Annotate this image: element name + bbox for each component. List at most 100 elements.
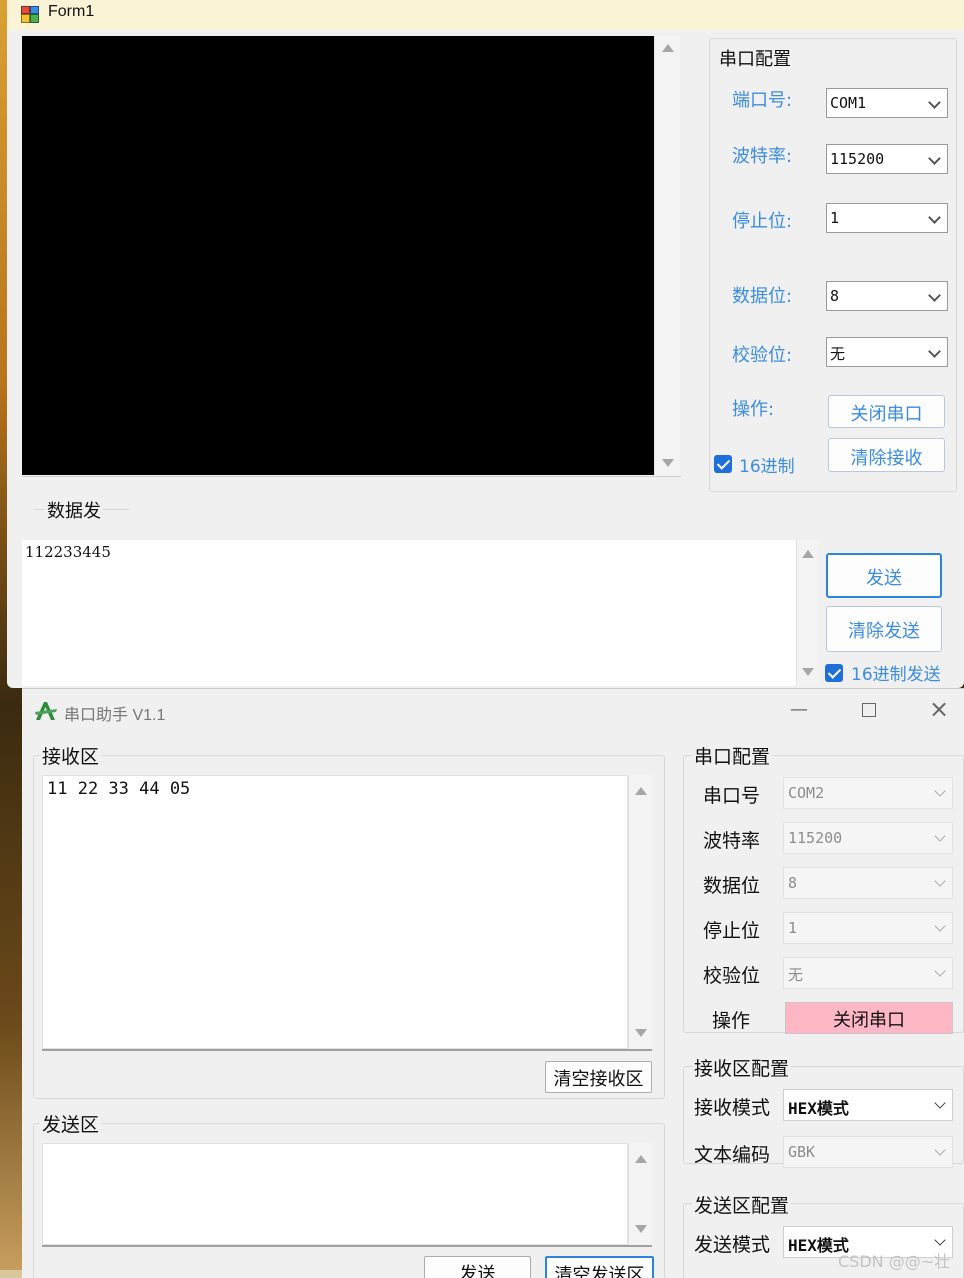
receive-mode-combo[interactable]: HEX模式	[783, 1089, 953, 1121]
baud-value: 115200	[830, 150, 885, 168]
hex-send-checkbox-label: 16进制发送	[851, 665, 941, 685]
clear-receive-area-button[interactable]: 清空接收区	[545, 1061, 652, 1093]
form1-send-group-title: 数据发	[45, 497, 103, 523]
send-config-group-title: 发送区配置	[692, 1191, 792, 1218]
chevron-down-icon	[928, 152, 941, 165]
app-logo-icon	[35, 702, 57, 720]
receive-mode-label: 接收模式	[694, 1097, 771, 1119]
data-bits-combo[interactable]: 8	[826, 281, 948, 311]
divider	[22, 476, 681, 477]
stop-bits-label: 停止位:	[732, 211, 793, 232]
stop-bits-label-2: 停止位	[703, 920, 761, 942]
hex-send-checkbox[interactable]	[825, 664, 843, 682]
clear-receive-button[interactable]: 清除接收	[828, 438, 945, 472]
text-encoding-label: 文本编码	[694, 1144, 771, 1166]
stop-bits-value: 1	[830, 209, 840, 227]
stop-bits-combo[interactable]: 1	[826, 203, 948, 233]
divider	[42, 1049, 652, 1051]
operation-label: 操作:	[732, 399, 775, 420]
watermark-text: CSDN @@~壮	[838, 1252, 951, 1271]
receive-config-group-title: 接收区配置	[692, 1054, 792, 1081]
port-label: 端口号:	[732, 90, 793, 111]
scroll-down-icon[interactable]	[662, 459, 674, 467]
chevron-down-icon	[934, 1144, 946, 1156]
text-encoding-combo[interactable]: GBK	[783, 1136, 953, 1168]
form1-receive-scrollbar[interactable]	[654, 36, 680, 475]
text-encoding-value: GBK	[788, 1143, 816, 1161]
assistant-titlebar[interactable]: 串口助手 V1.1 — ×	[22, 689, 964, 735]
baud-label-2: 波特率	[703, 830, 761, 852]
send-button-2[interactable]: 发送	[424, 1256, 531, 1278]
hex-checkbox-label: 16进制	[739, 457, 795, 477]
baud-combo-2[interactable]: 115200	[783, 822, 953, 854]
serial-assistant-window: 串口助手 V1.1 — × 接收区 11 22 33 44 05 清空接收区 发…	[22, 688, 964, 1278]
chevron-down-icon	[934, 1097, 946, 1109]
chevron-down-icon	[934, 965, 946, 977]
parity-combo-2[interactable]: 无	[783, 957, 953, 989]
receive-textbox[interactable]	[42, 775, 628, 1049]
port-value: COM1	[830, 94, 867, 112]
receive-mode-value: HEX模式	[788, 1099, 849, 1118]
clear-send-area-button[interactable]: 清空发送区	[545, 1256, 654, 1278]
data-bits-combo-2[interactable]: 8	[783, 867, 953, 899]
stop-bits-combo-2[interactable]: 1	[783, 912, 953, 944]
scroll-up-icon[interactable]	[662, 44, 674, 52]
send-scrollbar[interactable]	[628, 1143, 652, 1245]
chevron-down-icon	[934, 785, 946, 797]
scroll-down-icon[interactable]	[635, 1225, 647, 1233]
chevron-down-icon	[934, 830, 946, 842]
close-icon[interactable]: ×	[924, 695, 954, 723]
clear-send-button[interactable]: 清除发送	[826, 606, 942, 652]
form1-window: Form1 串口配置 端口号: COM1 波特率: 115200 停止位: 1 …	[7, 0, 964, 688]
baud-combo[interactable]: 115200	[826, 144, 948, 174]
assistant-config-group-title: 串口配置	[692, 742, 773, 769]
form1-send-scrollbar[interactable]	[796, 540, 818, 686]
parity-combo[interactable]: 无	[826, 337, 948, 367]
scroll-down-icon[interactable]	[802, 668, 814, 676]
data-bits-label-2: 数据位	[703, 875, 761, 897]
receive-text: 11 22 33 44 05	[47, 779, 191, 799]
form1-send-textbox[interactable]	[22, 540, 796, 686]
send-mode-label: 发送模式	[694, 1234, 771, 1256]
baud-value-2: 115200	[788, 829, 843, 847]
form1-config-group-title: 串口配置	[717, 45, 793, 71]
port-combo[interactable]: COM1	[826, 88, 948, 118]
receive-scrollbar[interactable]	[628, 775, 652, 1049]
data-bits-label: 数据位:	[732, 286, 793, 307]
parity-label-2: 校验位	[703, 965, 761, 987]
chevron-down-icon	[928, 96, 941, 109]
port-label-2: 串口号	[703, 785, 761, 807]
parity-value: 无	[830, 345, 846, 363]
assistant-title: 串口助手 V1.1	[64, 707, 166, 724]
minimize-icon[interactable]: —	[784, 699, 814, 725]
parity-value-2: 无	[788, 966, 804, 984]
hex-checkbox[interactable]	[714, 455, 732, 473]
chevron-down-icon	[934, 920, 946, 932]
maximize-icon[interactable]	[854, 698, 884, 724]
send-group-title: 发送区	[40, 1110, 102, 1137]
close-port-button-2[interactable]: 关闭串口	[785, 1002, 953, 1034]
data-bits-value-2: 8	[788, 874, 798, 892]
scroll-up-icon[interactable]	[635, 787, 647, 795]
operation-label-2: 操作	[712, 1010, 751, 1032]
close-port-button[interactable]: 关闭串口	[828, 395, 945, 428]
form1-send-text: 112233445	[25, 543, 111, 561]
send-textbox[interactable]	[42, 1143, 628, 1245]
form1-receive-textbox[interactable]	[22, 36, 654, 475]
send-button[interactable]: 发送	[826, 553, 942, 598]
form1-title: Form1	[48, 3, 95, 20]
scroll-up-icon[interactable]	[635, 1155, 647, 1163]
stop-bits-value-2: 1	[788, 919, 798, 937]
form1-titlebar[interactable]: Form1	[7, 0, 964, 30]
chevron-down-icon	[934, 1234, 946, 1246]
chevron-down-icon	[934, 875, 946, 887]
port-value-2: COM2	[788, 784, 825, 802]
scroll-up-icon[interactable]	[802, 550, 814, 558]
parity-label: 校验位:	[732, 345, 793, 366]
chevron-down-icon	[928, 211, 941, 224]
receive-group-title: 接收区	[40, 742, 102, 769]
form-app-icon	[21, 6, 39, 23]
scroll-down-icon[interactable]	[635, 1029, 647, 1037]
chevron-down-icon	[928, 289, 941, 302]
port-combo-2[interactable]: COM2	[783, 777, 953, 809]
